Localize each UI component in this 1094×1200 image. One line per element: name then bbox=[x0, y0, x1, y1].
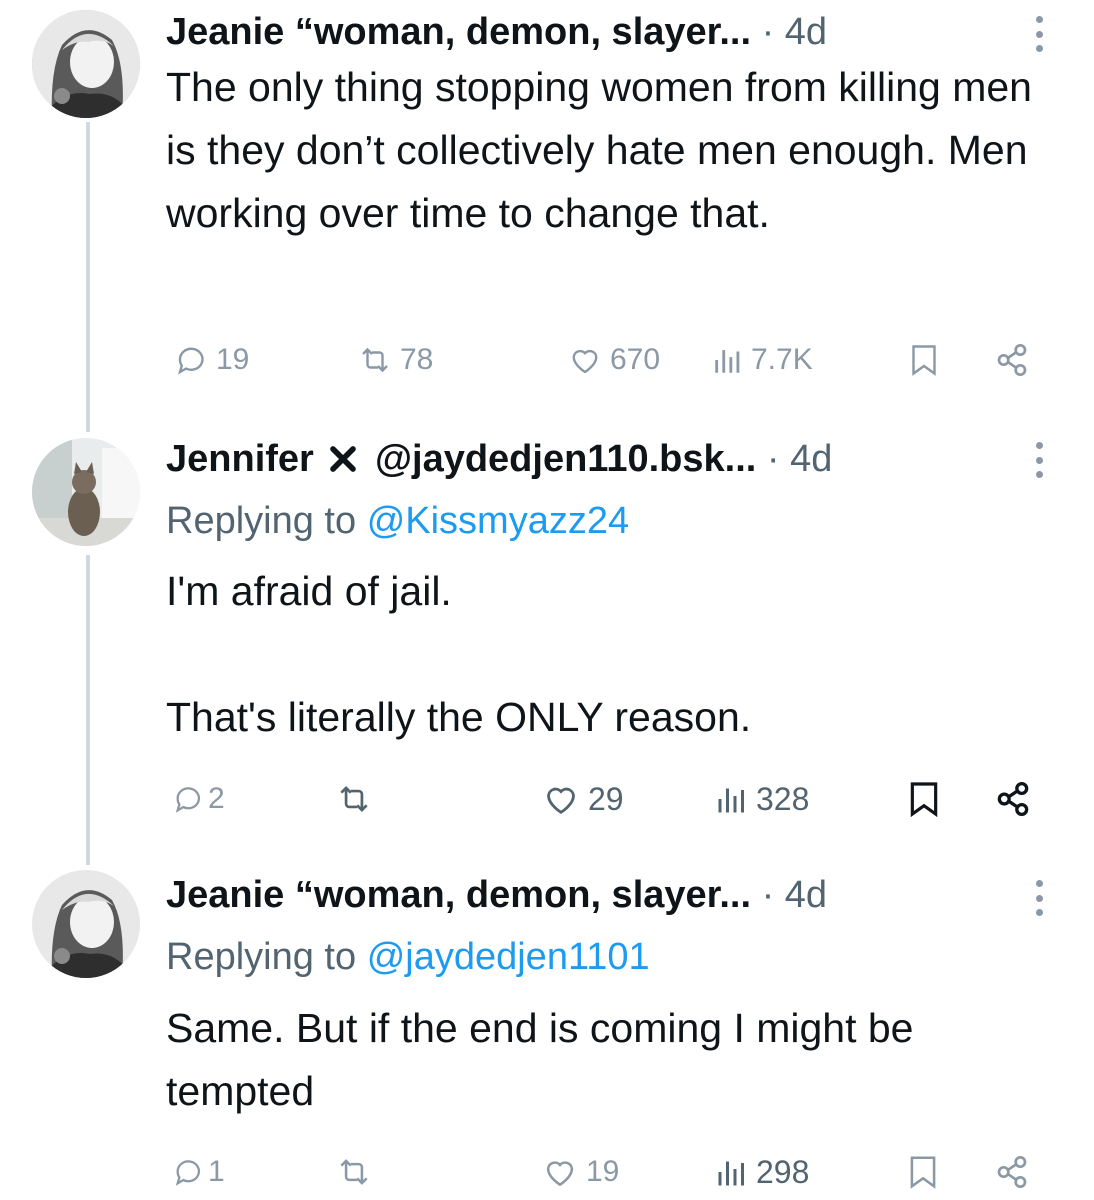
like-icon bbox=[547, 787, 575, 814]
bookmark-button[interactable] bbox=[904, 1150, 942, 1194]
bookmark-button[interactable] bbox=[904, 777, 944, 821]
separator-dot: · bbox=[766, 438, 780, 480]
like-icon bbox=[572, 349, 598, 374]
tweet-text: The only thing stopping women from killi… bbox=[166, 64, 1044, 236]
share-icon bbox=[997, 1156, 1027, 1188]
repost-icon bbox=[340, 786, 368, 812]
views-count: 328 bbox=[756, 780, 810, 817]
share-icon bbox=[997, 781, 1029, 817]
action-bar: 1 19 298 bbox=[166, 1150, 1046, 1194]
views-icon bbox=[718, 788, 744, 813]
share-button[interactable] bbox=[992, 777, 1034, 821]
x-mark-icon bbox=[330, 446, 357, 472]
views-icon bbox=[715, 350, 740, 373]
like-count: 19 bbox=[586, 1155, 620, 1188]
reply-button[interactable]: 2 bbox=[172, 777, 225, 821]
views-count: 298 bbox=[756, 1153, 810, 1190]
avatar[interactable] bbox=[32, 10, 140, 118]
reply-icon bbox=[175, 787, 201, 813]
repost-button[interactable]: 78 bbox=[356, 338, 433, 382]
reply-button[interactable]: 19 bbox=[174, 338, 249, 382]
author-name[interactable]: Jeanie “woman, demon, slayer... bbox=[166, 874, 751, 916]
views-icon bbox=[718, 1161, 744, 1186]
action-bar: 2 29 328 bbox=[166, 777, 1046, 821]
more-icon[interactable] bbox=[1036, 442, 1044, 478]
replying-to: Replying to @Kissmyazz24 bbox=[166, 499, 629, 543]
repost-count: 78 bbox=[400, 343, 434, 376]
repost-button[interactable] bbox=[334, 777, 374, 821]
like-count: 29 bbox=[588, 780, 624, 817]
replying-handle[interactable]: @Kissmyazz24 bbox=[367, 500, 629, 542]
more-icon[interactable] bbox=[1036, 16, 1044, 52]
thread-line bbox=[86, 122, 90, 432]
timestamp[interactable]: 4d bbox=[785, 11, 827, 53]
bookmark-icon bbox=[910, 782, 938, 818]
like-button[interactable]: 670 bbox=[566, 338, 660, 382]
replying-label: Replying to bbox=[166, 936, 357, 978]
separator-dot: · bbox=[761, 874, 775, 916]
repost-icon bbox=[362, 347, 388, 373]
share-button[interactable] bbox=[992, 338, 1032, 382]
reply-icon bbox=[175, 1160, 201, 1186]
views-count: 7.7K bbox=[751, 343, 813, 376]
share-button[interactable] bbox=[992, 1150, 1032, 1194]
tweet-header: Jeanie “woman, demon, slayer... · 4d bbox=[166, 873, 827, 917]
repost-button[interactable] bbox=[334, 1150, 374, 1194]
tweet-text: I'm afraid of jail. That's literally the… bbox=[166, 568, 752, 740]
share-icon bbox=[997, 344, 1027, 376]
separator-dot: · bbox=[761, 11, 775, 53]
more-icon[interactable] bbox=[1036, 880, 1044, 916]
like-icon bbox=[546, 1161, 574, 1187]
reply-count: 1 bbox=[208, 1155, 225, 1188]
views-button[interactable]: 7.7K bbox=[711, 338, 813, 382]
thread-line bbox=[86, 555, 90, 865]
like-button[interactable]: 29 bbox=[540, 777, 624, 821]
tweet-header: Jeanie “woman, demon, slayer... · 4d bbox=[166, 10, 827, 54]
author-name[interactable]: Jennifer bbox=[166, 438, 314, 480]
tweet-header: Jennifer @jaydedjen110.bsk... · 4d bbox=[166, 437, 832, 481]
author-name[interactable]: Jeanie “woman, demon, slayer... bbox=[166, 11, 751, 53]
replying-handle[interactable]: @jaydedjen1101 bbox=[367, 936, 650, 978]
repost-icon bbox=[340, 1159, 368, 1185]
action-bar: 19 78 670 7.7K bbox=[166, 338, 1046, 382]
reply-icon bbox=[178, 347, 204, 375]
like-count: 670 bbox=[610, 343, 661, 376]
replying-label: Replying to bbox=[166, 500, 357, 542]
replying-to: Replying to @jaydedjen1101 bbox=[166, 935, 650, 979]
avatar[interactable] bbox=[32, 870, 140, 978]
author-handle[interactable]: @jaydedjen110.bsk... bbox=[375, 438, 756, 480]
views-button[interactable]: 328 bbox=[714, 777, 809, 821]
like-button[interactable]: 19 bbox=[540, 1150, 619, 1194]
timestamp[interactable]: 4d bbox=[785, 874, 827, 916]
bookmark-icon bbox=[910, 1156, 936, 1189]
bookmark-icon bbox=[912, 345, 936, 376]
timestamp[interactable]: 4d bbox=[790, 438, 832, 480]
bookmark-button[interactable] bbox=[906, 338, 942, 382]
reply-button[interactable]: 1 bbox=[172, 1150, 225, 1194]
reply-count: 2 bbox=[208, 782, 225, 815]
views-button[interactable]: 298 bbox=[714, 1150, 809, 1194]
tweet-text: Same. But if the end is coming I might b… bbox=[166, 1005, 925, 1114]
reply-count: 19 bbox=[216, 343, 250, 376]
avatar[interactable] bbox=[32, 438, 140, 546]
